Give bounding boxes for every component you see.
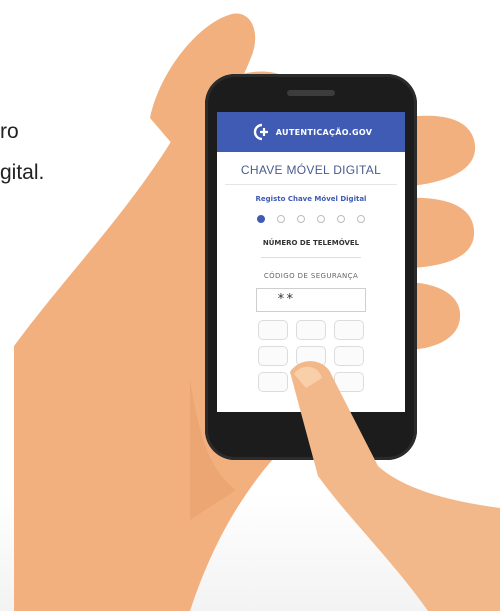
pointing-hand-illustration xyxy=(290,361,500,611)
index-finger xyxy=(290,361,500,611)
